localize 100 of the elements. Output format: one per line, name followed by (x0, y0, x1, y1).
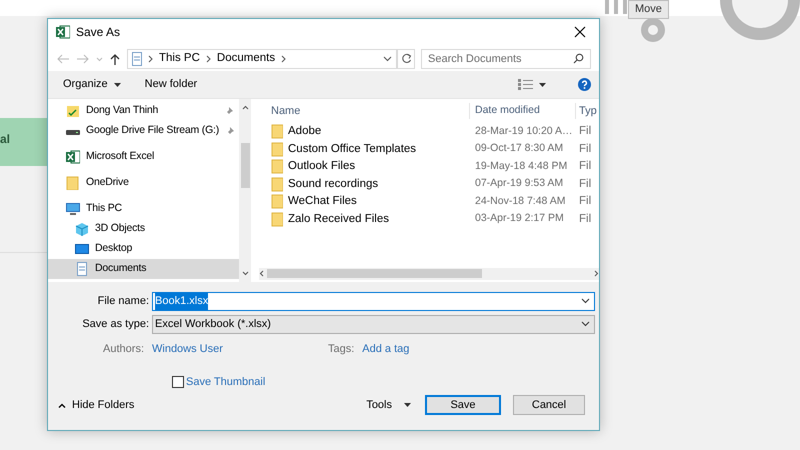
tags-link[interactable]: Add a tag (362, 340, 410, 358)
column-header[interactable]: Typ (576, 102, 597, 120)
chevron-icon (148, 54, 153, 63)
type-cell-text: Fil (578, 159, 592, 174)
nav-item-label: Microsoft Excel (86, 149, 154, 164)
file-name-field[interactable]: Book1.xlsx (152, 292, 595, 311)
authors-label: Authors: (102, 342, 145, 357)
search-field[interactable]: Search Documents (421, 48, 591, 69)
nav-item[interactable]: Microsoft Excel (48, 147, 239, 168)
type-cell-text: Fil (578, 124, 592, 140)
nav-item-label: 3D Objects (95, 221, 145, 236)
chevron-icon (281, 54, 286, 63)
nav-item-label: Dong Van Thinh (86, 103, 158, 118)
close-icon[interactable] (574, 26, 586, 38)
field-label: File name: (96, 294, 150, 310)
type-cell-text: Fil (578, 142, 592, 157)
authors-link[interactable]: Windows User (152, 340, 328, 358)
scroll-right-icon (594, 270, 599, 278)
nav-item[interactable]: 3D Objects (48, 219, 239, 240)
file-name[interactable]: Adobe (259, 123, 470, 140)
refresh-icon[interactable] (400, 53, 412, 64)
monitor-icon (75, 242, 89, 256)
computer-icon (66, 202, 80, 216)
date-cell-text: 24-Nov-18 7:48 AM (474, 194, 566, 209)
user-folder-icon (66, 104, 80, 118)
scroll-up-icon (242, 105, 248, 110)
sidebar-label: al (0, 131, 10, 148)
tools-menu[interactable]: Tools (366, 396, 411, 414)
folder-icon (271, 176, 283, 192)
nav-item[interactable]: This PC (48, 199, 239, 220)
tab-label: Move (628, 0, 669, 18)
cancel-button[interactable]: Cancel (513, 395, 585, 416)
nav-item[interactable]: Desktop (48, 239, 239, 260)
caret-icon (404, 403, 411, 408)
checkbox-label[interactable]: Save Thumbnail (186, 374, 266, 390)
address-bar[interactable]: This PC Documents (127, 48, 397, 69)
window-title: Save As (76, 24, 120, 42)
cube-icon (75, 222, 89, 236)
file-type-dropdown[interactable]: Excel Workbook (*.xlsx) (152, 314, 595, 334)
date-cell-text: 07-Apr-19 9:53 AM (474, 176, 564, 192)
nav-item-label: This PC (86, 201, 122, 216)
folder-icon (271, 142, 283, 157)
file-name[interactable]: Sound recordings (259, 176, 470, 193)
dropdown-icon[interactable] (581, 321, 590, 328)
breadcrumb[interactable]: Documents (216, 50, 276, 68)
folder-icon (271, 159, 283, 174)
scroll-thumb[interactable] (240, 142, 250, 188)
nav-item[interactable]: OneDrive (48, 173, 239, 194)
checkbox[interactable] (172, 376, 184, 388)
nav-item-label: OneDrive (86, 175, 129, 190)
breadcrumb[interactable]: This PC (159, 50, 200, 68)
file-name[interactable]: Zalo Received Files (259, 210, 470, 228)
dropdown-icon[interactable] (581, 298, 590, 304)
horizontal-scrollbar[interactable] (259, 268, 599, 280)
caret-icon (114, 82, 121, 87)
field-label: Save as type: (81, 317, 150, 332)
column-header[interactable]: Name (259, 102, 470, 120)
folder-icon (271, 212, 283, 227)
date-cell-text: 28-Mar-19 10:20 A… (474, 124, 574, 139)
document-icon (132, 52, 142, 66)
column-header[interactable]: Date modified (470, 103, 576, 119)
view-icon[interactable] (518, 79, 533, 90)
hide-folders-button[interactable]: Hide Folders (58, 396, 134, 414)
date-cell-text: 09-Oct-17 8:30 AM (474, 141, 564, 156)
chevron-icon (206, 54, 211, 63)
help-icon[interactable] (578, 78, 591, 92)
folder-icon (271, 124, 283, 140)
nav-item[interactable]: Dong Van Thinh (48, 101, 239, 122)
sidebar-highlight (0, 118, 47, 166)
scroll-down-icon (242, 270, 248, 276)
up-icon[interactable] (109, 52, 121, 65)
document-icon (75, 262, 89, 276)
scroll-left-icon (259, 270, 264, 278)
save-button[interactable]: Save (425, 395, 501, 416)
file-name[interactable]: Custom Office Templates (259, 140, 470, 158)
type-cell-text: Fil (578, 194, 592, 210)
vertical-scrollbar[interactable] (239, 99, 251, 282)
excel-icon (66, 150, 80, 164)
nav-item[interactable]: Documents (48, 259, 239, 280)
file-name[interactable]: WeChat Files (259, 193, 470, 210)
dropdown-icon[interactable] (383, 56, 392, 62)
folder-icon (66, 176, 80, 190)
nav-item-label: Documents (95, 261, 146, 276)
tags-label: Tags: (328, 342, 354, 357)
organize-menu[interactable]: Organize (63, 76, 121, 93)
nav-item[interactable]: Google Drive File Stream (G:) (48, 121, 239, 142)
date-cell-text: 03-Apr-19 2:17 PM (474, 211, 565, 226)
new-folder-button[interactable]: New folder (144, 76, 198, 93)
nav-item-label: Desktop (95, 241, 132, 256)
file-name[interactable]: Outlook Files (259, 158, 470, 176)
excel-icon (56, 25, 70, 40)
nav-item-label: Google Drive File Stream (G:) (86, 123, 220, 138)
scroll-thumb[interactable] (267, 269, 482, 278)
type-cell-text: Fil (578, 176, 592, 192)
chevron-up-icon (58, 402, 66, 408)
date-cell-text: 19-May-18 4:48 PM (474, 158, 568, 174)
search-icon (573, 52, 584, 64)
folder-icon (271, 194, 283, 210)
type-cell-text: Fil (578, 212, 592, 227)
caret-icon[interactable] (539, 82, 546, 87)
